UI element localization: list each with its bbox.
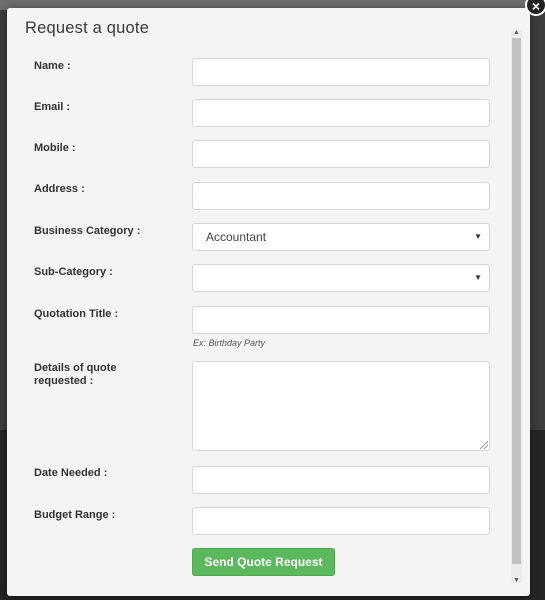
email-label: Email : [34, 101, 71, 113]
resize-grip-icon[interactable] [480, 441, 488, 449]
quotation-title-hint: Ex: Birthday Party [193, 338, 266, 348]
modal-title: Request a quote [25, 19, 150, 37]
chevron-down-icon: ▼ [474, 273, 482, 282]
details-textarea[interactable] [192, 361, 490, 451]
date-needed-label: Date Needed : [34, 467, 108, 479]
mobile-label: Mobile : [34, 142, 76, 154]
send-quote-request-button[interactable]: Send Quote Request [192, 548, 335, 576]
chevron-down-icon: ▼ [474, 232, 482, 241]
name-input[interactable] [192, 58, 490, 86]
business-category-label: Business Category : [34, 225, 141, 237]
scrollbar[interactable]: ▲ ▼ [511, 29, 522, 584]
mobile-input[interactable] [192, 140, 490, 168]
address-input[interactable] [192, 182, 490, 210]
scroll-down-icon[interactable]: ▼ [512, 577, 521, 584]
details-label: Details of quote requested : [34, 362, 117, 387]
scroll-up-icon[interactable]: ▲ [512, 29, 521, 36]
sub-category-select[interactable]: ▼ [192, 264, 490, 292]
business-category-select[interactable]: Accountant ▼ [192, 223, 490, 251]
email-input[interactable] [192, 99, 490, 127]
scroll-thumb[interactable] [512, 38, 521, 564]
address-label: Address : [34, 183, 85, 195]
budget-range-input[interactable] [192, 507, 490, 535]
name-label: Name : [34, 60, 71, 72]
budget-range-label: Budget Range : [34, 509, 116, 521]
business-category-value: Accountant [206, 230, 267, 244]
sub-category-label: Sub-Category : [34, 266, 113, 278]
date-needed-input[interactable] [192, 466, 490, 494]
quotation-title-input[interactable] [192, 306, 490, 334]
quotation-title-label: Quotation Title : [34, 308, 119, 320]
quote-request-modal: Request a quote Name : Email : Mobile : … [7, 8, 530, 596]
